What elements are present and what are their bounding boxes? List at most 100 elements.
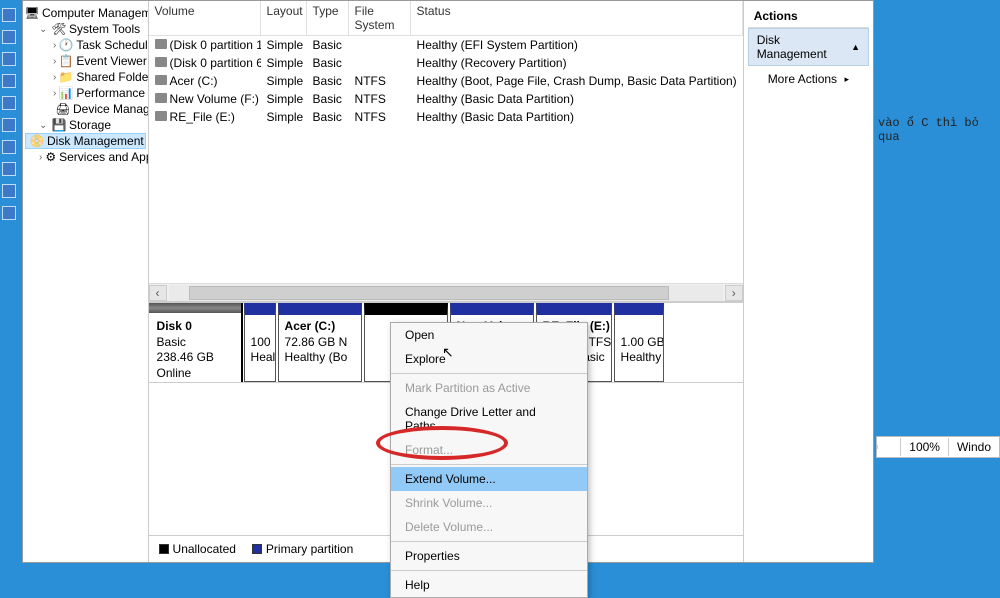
tree-label: Shared Folders — [76, 70, 148, 84]
volume-row[interactable]: (Disk 0 partition 1)SimpleBasicHealthy (… — [149, 36, 743, 54]
desktop-icon[interactable] — [2, 52, 16, 66]
desktop-icon[interactable] — [2, 96, 16, 110]
disk-label[interactable]: Disk 0 Basic 238.46 GB Online — [149, 303, 243, 382]
desktop-icon[interactable] — [2, 162, 16, 176]
desktop-icon[interactable] — [2, 74, 16, 88]
legend-label: Primary partition — [266, 542, 353, 556]
volume-row[interactable]: Acer (C:)SimpleBasicNTFSHealthy (Boot, P… — [149, 72, 743, 90]
tree-label: Storage — [69, 118, 111, 132]
actions-sub-label: Disk Management — [757, 33, 851, 61]
zoom-level[interactable]: 100% — [900, 438, 948, 456]
legend-swatch-primary-icon — [252, 544, 262, 554]
desktop-icon[interactable] — [2, 8, 16, 22]
tree-label: Device Manager — [73, 102, 149, 116]
partition[interactable]: 100Heal — [244, 303, 276, 382]
expand-icon[interactable]: › — [53, 56, 56, 67]
side-note: vào ổ C thì bỏ qua — [878, 116, 998, 144]
computer-icon: 🖥 — [25, 6, 39, 20]
desktop-icon[interactable] — [2, 184, 16, 198]
collapse-icon[interactable]: ⌄ — [39, 24, 49, 35]
bottom-bar: 100% Windo — [876, 436, 1000, 458]
partition[interactable]: Acer (C:)72.86 GB NHealthy (Bo — [278, 303, 362, 382]
scroll-thumb[interactable] — [189, 286, 669, 300]
tree-services-apps[interactable]: › ⚙ Services and Applications — [25, 149, 146, 165]
tree-label: Performance — [76, 86, 145, 100]
ctx-separator — [391, 373, 587, 374]
col-status[interactable]: Status — [411, 1, 743, 35]
ctx-extend-volume[interactable]: Extend Volume... — [391, 467, 587, 491]
volume-icon — [155, 111, 167, 121]
ctx-separator — [391, 464, 587, 465]
volume-icon — [155, 93, 167, 103]
ctx-shrink-volume: Shrink Volume... — [391, 491, 587, 515]
tree-storage[interactable]: ⌄ 💾 Storage — [25, 117, 146, 133]
col-volume[interactable]: Volume — [149, 1, 261, 35]
expand-icon[interactable]: › — [39, 152, 42, 163]
expand-icon[interactable]: › — [53, 88, 56, 99]
disk-size: 238.46 GB — [157, 350, 214, 364]
os-label: Windo — [948, 438, 999, 456]
tree-performance[interactable]: › 📊 Performance — [25, 85, 146, 101]
ctx-properties[interactable]: Properties — [391, 544, 587, 568]
legend-primary: Primary partition — [252, 542, 353, 556]
tree-shared-folders[interactable]: › 📁 Shared Folders — [25, 69, 146, 85]
ctx-help[interactable]: Help — [391, 573, 587, 597]
desktop-icon[interactable] — [2, 118, 16, 132]
tree-label: Disk Management — [47, 134, 144, 148]
expand-icon[interactable]: › — [53, 40, 56, 51]
ctx-open[interactable]: Open — [391, 323, 587, 347]
ctx-change-letter[interactable]: Change Drive Letter and Paths... — [391, 400, 587, 438]
disk-state: Online — [157, 366, 192, 380]
disk-stripe-icon — [149, 303, 241, 313]
desktop-icon[interactable] — [2, 140, 16, 154]
volume-header: Volume Layout Type File System Status — [149, 1, 743, 36]
tree-label: Task Scheduler — [76, 38, 148, 52]
tree-panel: 🖥 Computer Management (Local) ⌄ 🛠 System… — [23, 1, 149, 562]
col-layout[interactable]: Layout — [261, 1, 307, 35]
actions-panel: Actions Disk Management ▲ More Actions ▸ — [744, 1, 873, 562]
context-menu: Open Explore Mark Partition as Active Ch… — [390, 322, 588, 598]
tree-root[interactable]: 🖥 Computer Management (Local) — [25, 5, 146, 21]
actions-more[interactable]: More Actions ▸ — [748, 66, 869, 92]
folder-icon: 📁 — [59, 70, 73, 84]
col-fs[interactable]: File System — [349, 1, 411, 35]
ctx-explore[interactable]: Explore — [391, 347, 587, 371]
volume-list: Volume Layout Type File System Status (D… — [149, 1, 743, 302]
desktop-icon[interactable] — [2, 206, 16, 220]
scroll-left-icon[interactable]: ‹ — [149, 285, 167, 301]
volume-row[interactable]: New Volume (F:)SimpleBasicNTFSHealthy (B… — [149, 90, 743, 108]
clock-icon: 🕐 — [59, 38, 73, 52]
partition[interactable]: 1.00 GBHealthy ( — [614, 303, 664, 382]
actions-more-label: More Actions — [768, 72, 837, 86]
desktop-icons — [0, 0, 20, 563]
tree-device-manager[interactable]: 🖨 Device Manager — [25, 101, 146, 117]
ctx-delete-volume: Delete Volume... — [391, 515, 587, 539]
status-seg — [877, 445, 900, 449]
hscroll-area: ‹ › — [149, 283, 743, 301]
volume-icon — [155, 39, 167, 49]
tree-label: Services and Applications — [59, 150, 148, 164]
volume-row[interactable]: RE_File (E:)SimpleBasicNTFSHealthy (Basi… — [149, 108, 743, 126]
legend-label: Unallocated — [173, 542, 236, 556]
device-icon: 🖨 — [56, 102, 70, 116]
volume-row[interactable]: (Disk 0 partition 6)SimpleBasicHealthy (… — [149, 54, 743, 72]
tree-event-viewer[interactable]: › 📋 Event Viewer — [25, 53, 146, 69]
disk-type: Basic — [157, 335, 186, 349]
ctx-separator — [391, 541, 587, 542]
chevron-up-icon: ▲ — [851, 42, 860, 52]
tree-label: Computer Management (Local) — [42, 6, 149, 20]
expand-icon[interactable]: › — [53, 72, 56, 83]
disk-icon: 📀 — [30, 134, 44, 148]
actions-title: Actions — [748, 5, 869, 28]
scroll-track[interactable] — [169, 285, 723, 301]
tree-disk-management[interactable]: 📀 Disk Management — [25, 133, 146, 149]
tree-task-scheduler[interactable]: › 🕐 Task Scheduler — [25, 37, 146, 53]
legend-swatch-unallocated-icon — [159, 544, 169, 554]
tree-system-tools[interactable]: ⌄ 🛠 System Tools — [25, 21, 146, 37]
scroll-right-icon[interactable]: › — [725, 285, 743, 301]
ctx-format: Format... — [391, 438, 587, 462]
desktop-icon[interactable] — [2, 30, 16, 44]
collapse-icon[interactable]: ⌄ — [39, 120, 49, 131]
col-type[interactable]: Type — [307, 1, 349, 35]
actions-disk-management[interactable]: Disk Management ▲ — [748, 28, 869, 66]
